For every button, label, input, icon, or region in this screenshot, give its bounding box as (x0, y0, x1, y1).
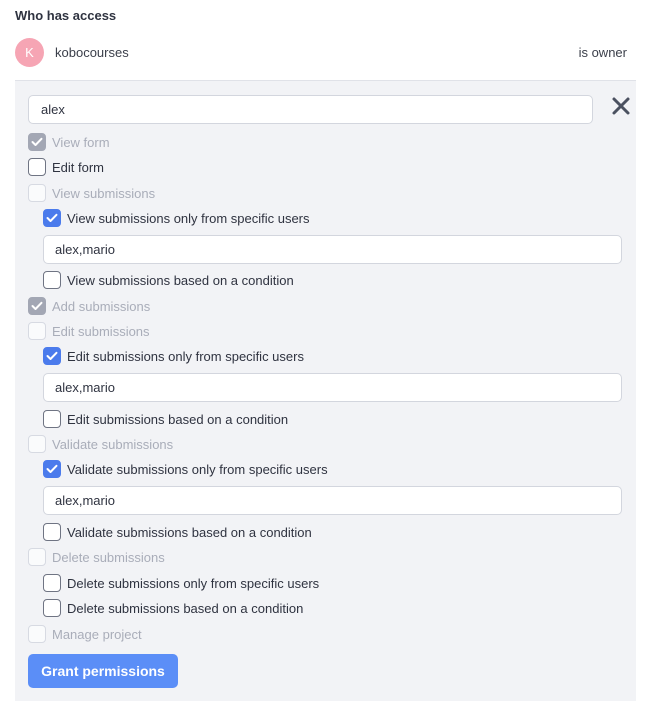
checkbox[interactable] (43, 271, 61, 289)
checkbox[interactable] (43, 523, 61, 541)
checkbox[interactable] (28, 133, 46, 151)
perm-label: Validate submissions based on a conditio… (67, 524, 312, 540)
checkbox[interactable] (28, 184, 46, 202)
perm-label: Delete submissions based on a condition (67, 600, 304, 616)
checkmark-icon (31, 301, 43, 310)
perm-edit-submissions[interactable]: Edit submissions (28, 320, 150, 342)
checkmark-icon (46, 464, 58, 473)
perm-label: Manage project (52, 626, 142, 642)
perm-manage-project[interactable]: Manage project (28, 623, 142, 645)
validate-users-field[interactable] (43, 486, 622, 515)
checkbox[interactable] (43, 574, 61, 592)
perm-view-submissions-condition[interactable]: View submissions based on a condition (43, 269, 294, 291)
perm-validate-submissions[interactable]: Validate submissions (28, 433, 173, 455)
perm-delete-submissions[interactable]: Delete submissions (28, 546, 165, 568)
avatar: K (15, 38, 44, 67)
perm-label: View submissions based on a condition (67, 272, 294, 288)
checkbox[interactable] (43, 209, 61, 227)
checkbox[interactable] (43, 347, 61, 365)
owner-row: K kobocourses is owner (15, 38, 627, 68)
perm-label: Edit submissions only from specific user… (67, 348, 304, 364)
perm-validate-submissions-condition[interactable]: Validate submissions based on a conditio… (43, 521, 312, 543)
perm-edit-submissions-condition[interactable]: Edit submissions based on a condition (43, 408, 288, 430)
perm-label: Validate submissions (52, 436, 174, 452)
owner-username: kobocourses (55, 45, 129, 60)
perm-label: Add submissions (52, 298, 151, 314)
perm-delete-submissions-condition[interactable]: Delete submissions based on a condition (43, 597, 303, 619)
checkbox[interactable] (28, 435, 46, 453)
perm-label: Edit submissions based on a condition (67, 411, 289, 427)
checkmark-icon (46, 213, 58, 222)
perm-view-submissions-specific-users[interactable]: View submissions only from specific user… (43, 207, 310, 229)
close-icon[interactable] (609, 94, 633, 118)
grant-permissions-button[interactable]: Grant permissions (28, 654, 178, 688)
perm-label: Edit submissions (52, 323, 150, 339)
perm-label: View submissions only from specific user… (67, 210, 310, 226)
perm-view-form[interactable]: View form (28, 131, 110, 153)
checkmark-icon (46, 351, 58, 360)
perm-edit-form[interactable]: Edit form (28, 156, 104, 178)
perm-edit-submissions-specific-users[interactable]: Edit submissions only from specific user… (43, 345, 304, 367)
checkbox[interactable] (43, 599, 61, 617)
owner-role-label: is owner (578, 45, 627, 60)
checkbox[interactable] (28, 297, 46, 315)
perm-label: Delete submissions only from specific us… (67, 575, 320, 591)
checkbox[interactable] (28, 625, 46, 643)
perm-delete-submissions-specific-users[interactable]: Delete submissions only from specific us… (43, 572, 319, 594)
perm-label: View form (52, 134, 110, 150)
perm-view-submissions[interactable]: View submissions (28, 182, 155, 204)
section-heading: Who has access (15, 8, 117, 23)
checkbox[interactable] (28, 548, 46, 566)
checkbox[interactable] (28, 322, 46, 340)
permissions-panel: View form Edit form View submissions Vie… (15, 80, 636, 701)
edit-users-field[interactable] (43, 373, 622, 402)
perm-label: Delete submissions (52, 549, 165, 565)
perm-label: View submissions (52, 185, 156, 201)
perm-add-submissions[interactable]: Add submissions (28, 295, 150, 317)
perm-label: Edit form (52, 159, 105, 175)
perm-label: Validate submissions only from specific … (67, 461, 328, 477)
checkbox[interactable] (43, 460, 61, 478)
checkmark-icon (31, 137, 43, 146)
checkbox[interactable] (43, 410, 61, 428)
view-users-field[interactable] (43, 235, 622, 264)
username-input[interactable] (28, 95, 593, 124)
perm-validate-submissions-specific-users[interactable]: Validate submissions only from specific … (43, 458, 328, 480)
checkbox[interactable] (28, 158, 46, 176)
